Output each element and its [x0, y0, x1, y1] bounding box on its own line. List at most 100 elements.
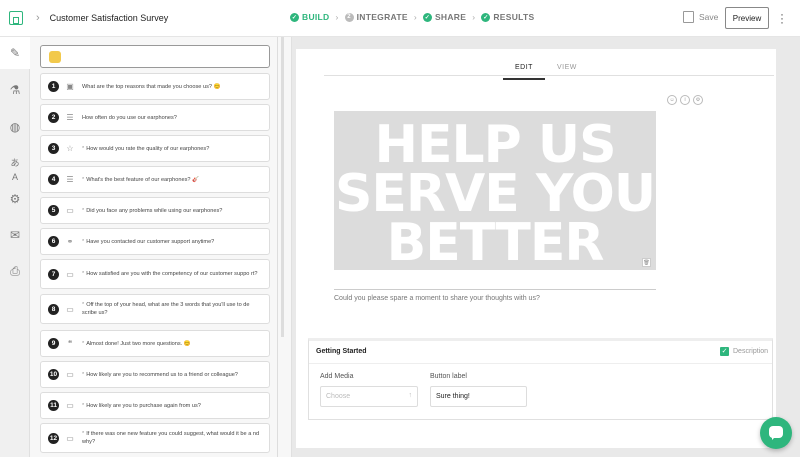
save-label: Save [699, 12, 719, 22]
step-number-icon: 2 [344, 12, 354, 22]
chat-bubble-icon [769, 426, 783, 440]
check-circle-icon: ✓ [422, 12, 432, 22]
printer-icon[interactable]: ⎙ [8, 264, 22, 278]
brush-icon[interactable]: ✎ [0, 37, 30, 69]
emoji-icon[interactable]: ☺ [667, 95, 677, 105]
button-label-label: Button label [430, 373, 467, 380]
question-number: 11 [48, 400, 59, 411]
chat-button[interactable] [760, 417, 792, 449]
quote-icon: ❝ [67, 339, 73, 348]
question-number: 7 [48, 268, 59, 280]
trash-icon[interactable]: 🗑 [642, 258, 651, 267]
tab-view[interactable]: VIEW [545, 61, 589, 80]
question-label: Did you face any problems while using ou… [86, 207, 223, 214]
question-text: * Did you face any problems while using o… [82, 207, 262, 215]
check-circle-icon: ✓ [481, 12, 491, 22]
monitor-icon: ▭ [66, 401, 74, 410]
preview-button[interactable]: Preview [725, 7, 769, 29]
required-marker: * [82, 402, 85, 409]
question-label: Off the top of your head, what are the 3… [82, 302, 250, 316]
question-label: How would you rate the quality of our ea… [86, 145, 210, 152]
survey-title[interactable]: Customer Satisfaction Survey [50, 13, 169, 23]
question-number: 2 [48, 112, 59, 123]
step-label: BUILD [302, 12, 330, 22]
question-label: Have you contacted our customer support … [86, 238, 215, 245]
list-item[interactable]: 1 ▣ What are the top reasons that made you… [40, 73, 270, 100]
list-item[interactable]: 12 ▭ * If there was one new feature you cou… [40, 423, 270, 453]
question-number: 9 [48, 338, 59, 349]
question-number: 6 [48, 236, 59, 247]
save-icon [683, 11, 694, 23]
list-item[interactable]: 4 ☰ * What's the best feature of our earpho… [40, 166, 270, 193]
step-results[interactable]: ✓ RESULTS [481, 12, 534, 22]
editor-area: EDIT VIEW ☺ i ⚙ HELP US SERVE YOU BETTER… [292, 37, 800, 457]
question-text: * How likely are you to recommend us to a… [82, 371, 262, 379]
link-icon: ⚭ [66, 237, 74, 246]
list-icon: ☰ [66, 113, 74, 122]
paint-bucket-icon[interactable]: ⚗ [8, 83, 22, 97]
home-icon[interactable] [9, 11, 23, 25]
description-checkbox-label: Description [733, 348, 769, 355]
description-checkbox[interactable]: ✓ [720, 347, 729, 356]
list-item[interactable]: 11 ▭ * How likely are you to purchase again… [40, 392, 270, 419]
required-marker: * [82, 271, 85, 277]
scrollbar-thumb[interactable] [281, 37, 284, 337]
chevron-right-icon: › [36, 12, 40, 24]
required-marker: * [82, 207, 85, 214]
question-label: If there was one new feature you could s… [82, 431, 260, 445]
chevron-right-icon: › [335, 12, 339, 22]
hero-line: BETTER [386, 213, 605, 270]
chevron-right-icon: › [413, 12, 417, 22]
question-number: 3 [48, 143, 59, 154]
question-label: What's the best feature of our earphones… [86, 176, 200, 183]
required-marker: * [82, 431, 85, 437]
question-label: How satisfied are you with the competenc… [86, 271, 258, 277]
welcome-screen-item[interactable] [40, 45, 270, 68]
button-label-field[interactable]: Sure thing! [430, 386, 527, 407]
list-item[interactable]: 8 ▭ * Off the top of your head, what are th… [40, 294, 270, 324]
settings-icon[interactable]: ⚙ [693, 95, 703, 105]
save-button[interactable]: Save [683, 11, 718, 23]
list-item[interactable]: 3 ☆ * How would you rate the quality of our… [40, 135, 270, 162]
list-item[interactable]: 7 ▭ * How satisfied are you with the compet… [40, 259, 270, 289]
list-item[interactable]: 6 ⚭ * Have you contacted our customer suppo… [40, 228, 270, 255]
tool-rail: ✎ ⚗ ◍ あA ⚙ ✉ ⎙ [0, 37, 30, 457]
list-item[interactable]: 10 ▭ * How likely are you to recommend us t… [40, 361, 270, 388]
editor-tabs: EDIT VIEW [503, 61, 589, 80]
monitor-icon: ▭ [66, 269, 74, 279]
monitor-icon: ▭ [66, 370, 74, 379]
question-text: * Have you contacted our customer support… [82, 238, 262, 246]
question-text: * How satisfied are you with the competen… [82, 270, 262, 278]
required-marker: * [82, 176, 85, 183]
info-icon[interactable]: i [680, 95, 690, 105]
settings-divider [309, 363, 772, 364]
step-build[interactable]: ✓ BUILD [290, 12, 329, 22]
translate-icon[interactable]: あA [8, 156, 22, 182]
question-text: * How likely are you to purchase again fr… [82, 402, 262, 410]
question-text: * How would you rate the quality of our e… [82, 145, 262, 153]
required-marker: * [82, 145, 85, 152]
list-item[interactable]: 5 ▭ * Did you face any problems while using… [40, 197, 270, 224]
add-media-field[interactable]: Choose ↑ [320, 386, 418, 407]
mail-icon[interactable]: ✉ [8, 228, 22, 242]
required-marker: * [82, 238, 85, 245]
step-integrate[interactable]: 2 INTEGRATE [344, 12, 408, 22]
question-number: 4 [48, 174, 59, 185]
settings-title: Getting Started [316, 348, 367, 355]
step-share[interactable]: ✓ SHARE [422, 12, 466, 22]
description-text[interactable]: Could you please spare a moment to share… [334, 295, 540, 302]
tab-edit[interactable]: EDIT [503, 61, 545, 80]
required-marker: * [82, 371, 85, 378]
list-item[interactable]: 9 ❝ * Almost done! Just two more questions.… [40, 330, 270, 357]
hero-image[interactable]: HELP US SERVE YOU BETTER 🗑 [334, 111, 656, 270]
required-marker: * [82, 340, 85, 347]
question-number: 10 [48, 369, 59, 380]
gear-icon[interactable]: ⚙ [8, 192, 22, 206]
list-scrollbar[interactable] [278, 37, 292, 457]
globe-icon[interactable]: ◍ [8, 120, 22, 134]
list-item[interactable]: 2 ☰ How often do you use our earphones? [40, 104, 270, 131]
question-list: 1 ▣ What are the top reasons that made you… [30, 37, 278, 457]
more-menu-icon[interactable]: · · · [780, 8, 784, 28]
question-label: Almost done! Just two more questions. 😊 [86, 340, 191, 347]
image-icon: ▣ [66, 82, 74, 91]
